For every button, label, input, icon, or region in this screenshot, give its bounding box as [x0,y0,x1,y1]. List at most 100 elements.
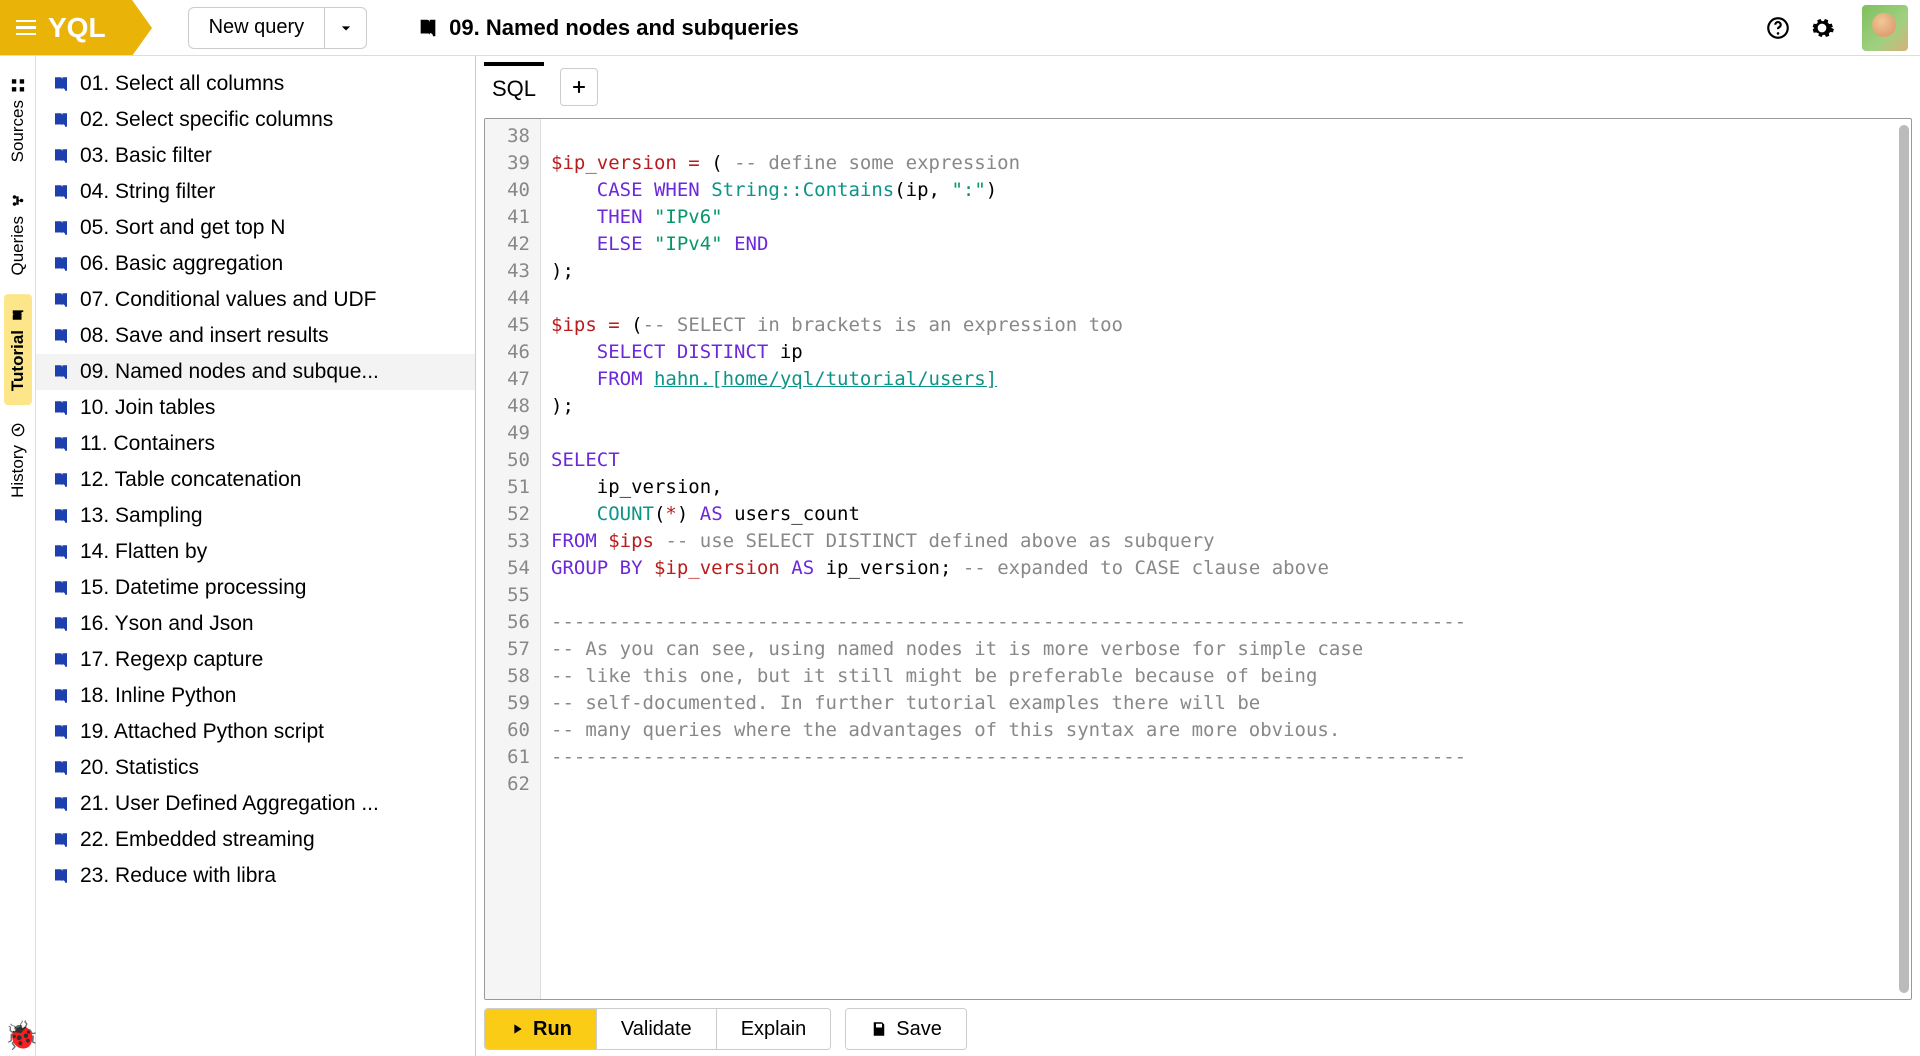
tutorial-item[interactable]: 05. Sort and get top N [36,210,475,246]
line-number: 50 [485,447,540,474]
tutorial-item[interactable]: 23. Reduce with libra [36,858,475,894]
tutorial-item-label: 07. Conditional values and UDF [80,288,377,312]
validate-button[interactable]: Validate [596,1009,716,1049]
code-line: SELECT [551,447,1901,474]
add-tab-button[interactable] [560,68,598,106]
line-number: 62 [485,771,540,798]
line-number: 47 [485,366,540,393]
rail-tab-tutorial[interactable]: Tutorial [4,294,32,405]
topbar: YQL New query 09. Named nodes and subque… [0,0,1920,56]
line-number: 40 [485,177,540,204]
code-line: COUNT(*) AS users_count [551,501,1901,528]
tutorial-item-label: 23. Reduce with libra [80,864,276,888]
explain-button[interactable]: Explain [716,1009,831,1049]
tutorial-item[interactable]: 01. Select all columns [36,66,475,102]
main-area: SQL 383940414243444546474849505152535455… [476,56,1920,1056]
tutorial-item[interactable]: 08. Save and insert results [36,318,475,354]
book-icon [52,399,70,417]
help-button[interactable] [1764,14,1792,42]
tutorial-item[interactable]: 11. Containers [36,426,475,462]
code-line: FROM hahn.[home/yql/tutorial/users] [551,366,1901,393]
tutorial-item[interactable]: 12. Table concatenation [36,462,475,498]
run-button[interactable]: Run [485,1009,596,1049]
book-icon [52,651,70,669]
tutorial-item[interactable]: 18. Inline Python [36,678,475,714]
brand-flag[interactable]: YQL [0,0,132,55]
tutorial-item[interactable]: 07. Conditional values and UDF [36,282,475,318]
book-icon [52,795,70,813]
save-button-group: Save [845,1008,967,1050]
line-number: 58 [485,663,540,690]
code-line: ----------------------------------------… [551,609,1901,636]
code-line: $ip_version = ( -- define some expressio… [551,150,1901,177]
tutorial-item[interactable]: 14. Flatten by [36,534,475,570]
rail-tab-label: Sources [8,100,28,162]
tutorial-item[interactable]: 02. Select specific columns [36,102,475,138]
book-icon [52,291,70,309]
tutorial-item-label: 15. Datetime processing [80,576,306,600]
code-line [551,420,1901,447]
menu-icon[interactable] [16,20,36,36]
code-line: -- like this one, but it still might be … [551,663,1901,690]
bug-icon[interactable]: 🐞 [4,1019,39,1052]
tutorial-item[interactable]: 09. Named nodes and subque... [36,354,475,390]
tutorial-item-label: 01. Select all columns [80,72,284,96]
tutorial-item-label: 17. Regexp capture [80,648,263,672]
tutorial-item-label: 04. String filter [80,180,215,204]
tutorial-item[interactable]: 15. Datetime processing [36,570,475,606]
tutorial-item[interactable]: 13. Sampling [36,498,475,534]
book-icon [52,615,70,633]
rail-tab-queries[interactable]: Queries [4,180,32,290]
tutorial-item[interactable]: 17. Regexp capture [36,642,475,678]
new-query-button[interactable]: New query [188,7,326,49]
validate-label: Validate [621,1018,692,1041]
tutorial-item[interactable]: 16. Yson and Json [36,606,475,642]
tutorial-item[interactable]: 04. String filter [36,174,475,210]
grid-icon [11,78,25,92]
code-line: ----------------------------------------… [551,744,1901,771]
tutorial-item-label: 10. Join tables [80,396,215,420]
line-number: 46 [485,339,540,366]
user-avatar[interactable] [1862,5,1908,51]
brand-name: YQL [48,12,106,44]
tutorial-item-label: 11. Containers [80,432,215,456]
book-icon [52,867,70,885]
line-number: 55 [485,582,540,609]
tutorial-item[interactable]: 20. Statistics [36,750,475,786]
tutorial-item[interactable]: 22. Embedded streaming [36,822,475,858]
line-number: 54 [485,555,540,582]
save-button[interactable]: Save [846,1009,966,1049]
code-line: SELECT DISTINCT ip [551,339,1901,366]
book-icon [52,579,70,597]
code-line: $ips = (-- SELECT in brackets is an expr… [551,312,1901,339]
rail-tab-history[interactable]: History [4,409,32,512]
book-icon [52,759,70,777]
code-line: FROM $ips -- use SELECT DISTINCT defined… [551,528,1901,555]
code-line: -- self-documented. In further tutorial … [551,690,1901,717]
code-area[interactable]: $ip_version = ( -- define some expressio… [541,119,1911,999]
new-query-dropdown[interactable] [325,7,367,49]
line-number: 61 [485,744,540,771]
tutorial-item[interactable]: 06. Basic aggregation [36,246,475,282]
tutorial-item-label: 14. Flatten by [80,540,207,564]
rail-tab-sources[interactable]: Sources [4,64,32,176]
tutorial-item[interactable]: 10. Join tables [36,390,475,426]
code-line: GROUP BY $ip_version AS ip_version; -- e… [551,555,1901,582]
tutorial-item-label: 12. Table concatenation [80,468,301,492]
book-icon [52,111,70,129]
code-editor[interactable]: 3839404142434445464748495051525354555657… [484,118,1912,1000]
settings-button[interactable] [1808,14,1836,42]
tutorial-sidebar[interactable]: 01. Select all columns 02. Select specifi… [36,56,476,1056]
new-query-group: New query [188,7,368,49]
rail-tab-label: Queries [8,216,28,276]
editor-tab[interactable]: SQL [484,62,544,110]
tree-icon [11,194,25,208]
line-number: 38 [485,123,540,150]
tutorial-item[interactable]: 19. Attached Python script [36,714,475,750]
tutorial-item[interactable]: 03. Basic filter [36,138,475,174]
book-icon [52,831,70,849]
book-icon [11,308,25,322]
tutorial-item-label: 02. Select specific columns [80,108,333,132]
editor-scrollbar[interactable] [1899,125,1909,993]
tutorial-item[interactable]: 21. User Defined Aggregation ... [36,786,475,822]
